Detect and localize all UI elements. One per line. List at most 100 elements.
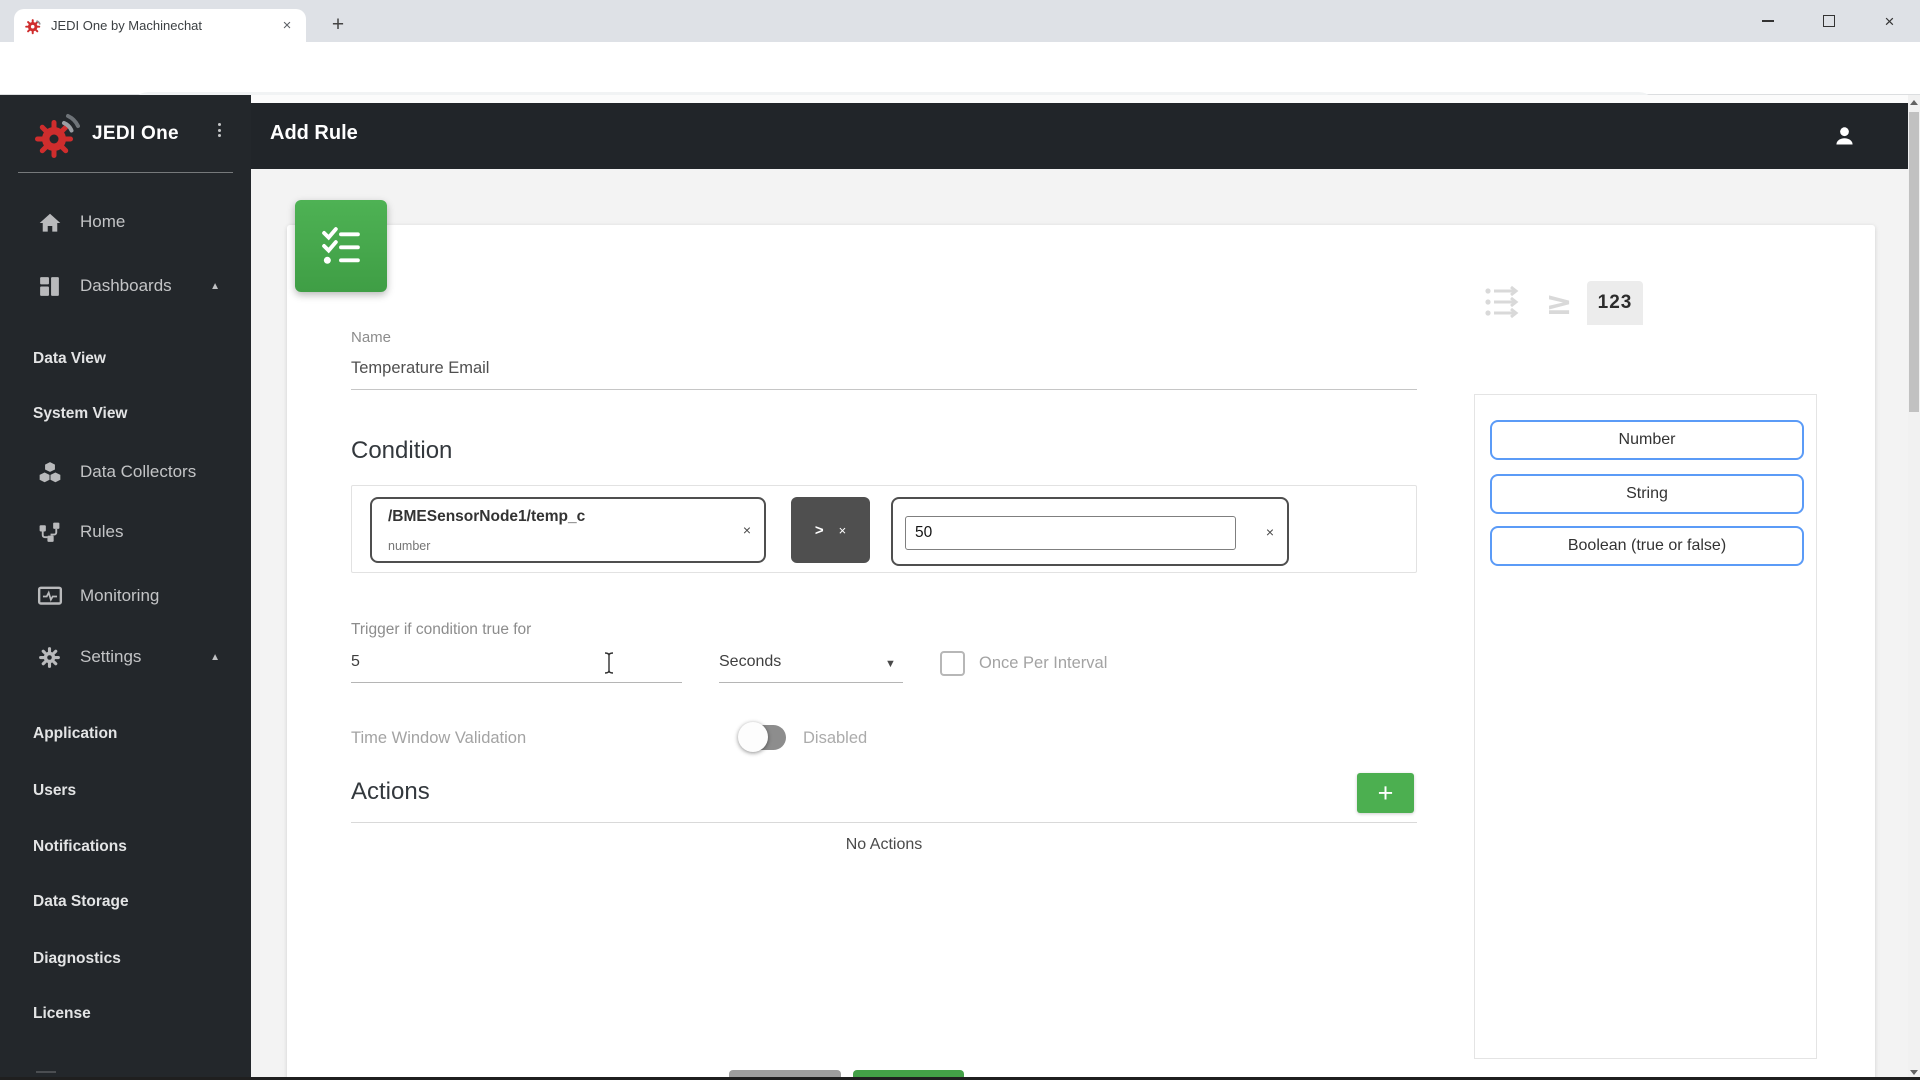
sidebar-item-application[interactable]: Application [0, 713, 251, 757]
condition-heading: Condition [351, 437, 453, 464]
sidebar-item-label: Rules [80, 522, 124, 541]
condition-operator-button[interactable]: > × [791, 497, 870, 563]
cancel-button[interactable] [729, 1070, 841, 1077]
sidebar-item-label: Application [33, 725, 118, 742]
home-icon [37, 210, 63, 236]
browser-titlebar: JEDI One by Machinechat × + × [0, 0, 1920, 42]
minimize-button[interactable] [1737, 0, 1798, 42]
actions-heading: Actions [351, 778, 430, 805]
sidebar-item-label: System View [33, 405, 128, 422]
maximize-icon [1822, 15, 1835, 27]
sidebar-item-system-view[interactable]: System View [0, 393, 251, 437]
page-scrollbar[interactable] [1908, 95, 1920, 1080]
caret-down-icon[interactable]: ▼ [885, 658, 896, 670]
condition-box: /BMESensorNode1/temp_c number × > × 50 × [351, 485, 1417, 573]
close-icon: × [1884, 11, 1895, 31]
once-per-interval-label: Once Per Interval [979, 654, 1108, 672]
sidebar-divider [18, 172, 233, 173]
close-button[interactable]: × [1859, 0, 1920, 42]
sidebar-item-label: Notifications [33, 838, 127, 855]
maximize-button[interactable] [1798, 0, 1859, 42]
palette-button-number[interactable]: Number [1490, 420, 1804, 460]
name-input[interactable]: Temperature Email [351, 359, 489, 378]
condition-field-chip[interactable]: /BMESensorNode1/temp_c number × [370, 497, 766, 563]
tab-close-icon[interactable]: × [278, 17, 296, 34]
user-icon[interactable] [1831, 122, 1858, 149]
numeric-123-icon: 123 [1597, 292, 1633, 313]
sidebar: JEDI One Home Dashboards ▲ Data View System … [0, 95, 251, 1077]
favicon-gear-icon [24, 16, 43, 35]
browser-tab[interactable]: JEDI One by Machinechat × [14, 9, 306, 42]
condition-value-input[interactable]: 50 [905, 516, 1236, 550]
new-tab-button[interactable]: + [324, 12, 352, 40]
sidebar-item-label: Users [33, 782, 77, 799]
sidebar-item-dashboards[interactable]: Dashboards ▲ [0, 265, 251, 309]
sidebar-item-data-view[interactable]: Data View [0, 338, 251, 382]
once-per-interval-checkbox[interactable] [940, 651, 965, 676]
sidebar-item-label: Data Storage [33, 893, 129, 910]
trigger-duration-input[interactable]: 5 [351, 653, 360, 671]
gear-icon [37, 645, 63, 671]
rule-icon-badge [295, 200, 387, 292]
gte-icon: ≥ [1545, 283, 1573, 322]
main-content: Add Rule Name Temperature Email Conditio… [251, 95, 1908, 1077]
save-button[interactable] [853, 1070, 964, 1077]
monitoring-icon [37, 584, 63, 610]
caret-up-icon: ▲ [210, 652, 220, 663]
sidebar-item-label: Monitoring [80, 586, 160, 605]
sidebar-item-rules[interactable]: Rules [0, 511, 251, 555]
sidebar-item-label: Data View [33, 350, 106, 367]
browser-toolbar: Not secure 192.168.1.204:9123/rulebuilde… [0, 42, 1920, 129]
tab-streams[interactable] [1482, 281, 1526, 324]
sidebar-item-notifications[interactable]: Notifications [0, 826, 251, 870]
sidebar-menu-icon[interactable] [218, 123, 221, 137]
app-header: Add Rule [251, 103, 1908, 169]
trigger-unit-select[interactable]: Seconds [719, 653, 781, 671]
dashboards-icon [37, 274, 63, 300]
palette-button-string[interactable]: String [1490, 474, 1804, 514]
sidebar-item-label: Home [80, 212, 126, 231]
name-label: Name [351, 329, 392, 346]
no-actions-text: No Actions [845, 836, 923, 853]
condition-value-chip: 50 × [891, 497, 1289, 566]
trigger-label: Trigger if condition true for [351, 621, 532, 638]
sidebar-item-label: Data Collectors [80, 462, 197, 481]
palette-button-boolean[interactable]: Boolean (true or false) [1490, 526, 1804, 566]
tab-values[interactable]: 123 [1587, 281, 1643, 325]
sidebar-item-label: Dashboards [80, 276, 172, 295]
tab-title: JEDI One by Machinechat [51, 18, 203, 33]
value-palette-panel: Number String Boolean (true or false) [1474, 394, 1817, 1059]
remove-field-icon[interactable]: × [743, 522, 751, 538]
sidebar-item-label: Diagnostics [33, 950, 121, 967]
scrollbar-thumb[interactable] [1909, 112, 1919, 412]
time-window-toggle[interactable] [738, 722, 786, 752]
condition-field-type: number [388, 539, 431, 553]
caret-up-icon: ▲ [210, 281, 220, 292]
sidebar-item-label: License [33, 1005, 91, 1022]
sidebar-item-label: Settings [80, 647, 142, 666]
page-title: Add Rule [270, 122, 358, 144]
sidebar-item-data-storage[interactable]: Data Storage [0, 881, 251, 925]
screen: JEDI One by Machinechat × + × Not secure… [0, 0, 1920, 1080]
sidebar-item-home[interactable]: Home [0, 201, 251, 245]
checklist-icon [315, 220, 367, 272]
jedi-logo-icon [32, 111, 80, 164]
remove-operator-icon[interactable]: × [839, 523, 847, 538]
sidebar-item-diagnostics[interactable]: Diagnostics [0, 938, 251, 982]
sidebar-item-monitoring[interactable]: Monitoring [0, 575, 251, 619]
cubes-icon [37, 460, 63, 486]
sidebar-item-settings[interactable]: Settings ▲ [0, 636, 251, 680]
condition-field-path: /BMESensorNode1/temp_c [388, 508, 586, 525]
add-action-button[interactable]: + [1357, 773, 1414, 813]
brand-name: JEDI One [92, 123, 179, 144]
sidebar-item-users[interactable]: Users [0, 770, 251, 814]
tab-comparison[interactable]: ≥ [1537, 281, 1581, 324]
rules-icon [37, 520, 63, 546]
sidebar-item-data-collectors[interactable]: Data Collectors [0, 451, 251, 495]
sidebar-item-license[interactable]: License [0, 993, 251, 1037]
streams-list-icon [1484, 285, 1524, 321]
remove-value-icon[interactable]: × [1266, 524, 1274, 540]
operator-symbol: > [814, 521, 824, 539]
scroll-up-icon[interactable] [1908, 95, 1920, 110]
window-controls: × [1737, 0, 1920, 42]
